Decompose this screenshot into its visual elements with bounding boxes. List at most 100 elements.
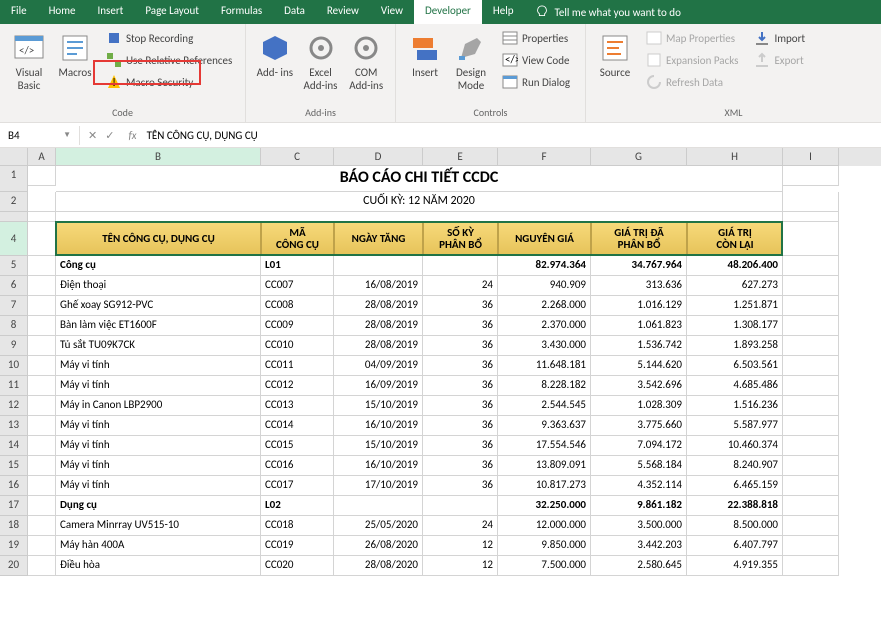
- cell[interactable]: 9.363.637: [498, 416, 591, 436]
- cell[interactable]: Máy vi tính: [56, 476, 261, 496]
- cell[interactable]: 4.352.114: [591, 476, 687, 496]
- row-header[interactable]: 6: [0, 276, 28, 296]
- cell[interactable]: CC016: [261, 456, 334, 476]
- cell[interactable]: [783, 516, 839, 536]
- cell[interactable]: 3.775.660: [591, 416, 687, 436]
- use-relative-references-button[interactable]: Use Relative References: [102, 50, 236, 70]
- cell[interactable]: 25/05/2020: [334, 516, 423, 536]
- excel-addins-button[interactable]: Excel Add-ins: [298, 28, 344, 106]
- cell[interactable]: 2.580.645: [591, 556, 687, 576]
- cell[interactable]: CC011: [261, 356, 334, 376]
- cell[interactable]: [783, 536, 839, 556]
- cell[interactable]: 7.500.000: [498, 556, 591, 576]
- cell[interactable]: [28, 456, 56, 476]
- cell[interactable]: 36: [423, 436, 498, 456]
- col-header-B[interactable]: B: [56, 148, 261, 166]
- cell[interactable]: 2.370.000: [498, 316, 591, 336]
- cell[interactable]: CC020: [261, 556, 334, 576]
- insert-control-button[interactable]: Insert: [402, 28, 448, 106]
- cell[interactable]: 28/08/2019: [334, 296, 423, 316]
- cell[interactable]: 24: [423, 276, 498, 296]
- col-header-D[interactable]: D: [334, 148, 423, 166]
- row-header[interactable]: 11: [0, 376, 28, 396]
- cell[interactable]: 32.250.000: [498, 496, 591, 516]
- cell[interactable]: 16/09/2019: [334, 376, 423, 396]
- cell[interactable]: Tủ sắt TU09K7CK: [56, 336, 261, 356]
- cell[interactable]: [783, 476, 839, 496]
- cell[interactable]: 1.016.129: [591, 296, 687, 316]
- cell[interactable]: CC010: [261, 336, 334, 356]
- cell[interactable]: 3.430.000: [498, 336, 591, 356]
- row-header[interactable]: 7: [0, 296, 28, 316]
- cell[interactable]: 1.061.823: [591, 316, 687, 336]
- cell[interactable]: [28, 222, 56, 256]
- cell[interactable]: 12: [423, 556, 498, 576]
- row-header[interactable]: 13: [0, 416, 28, 436]
- cell[interactable]: Camera Minrray UV515-10: [56, 516, 261, 536]
- row-header[interactable]: 8: [0, 316, 28, 336]
- run-dialog-button[interactable]: Run Dialog: [498, 72, 574, 92]
- cell[interactable]: 1.251.871: [687, 296, 783, 316]
- row-header[interactable]: 20: [0, 556, 28, 576]
- cell[interactable]: [28, 416, 56, 436]
- cell[interactable]: Điều hòa: [56, 556, 261, 576]
- table-header[interactable]: TÊN CÔNG CỤ, DỤNG CỤ: [56, 222, 261, 256]
- cell[interactable]: 3.542.696: [591, 376, 687, 396]
- cell[interactable]: 36: [423, 296, 498, 316]
- cell[interactable]: 627.273: [687, 276, 783, 296]
- cancel-icon[interactable]: ✕: [88, 129, 97, 142]
- table-header[interactable]: NGUYÊN GIÁ: [498, 222, 591, 256]
- cell[interactable]: [28, 336, 56, 356]
- tab-developer[interactable]: Developer: [414, 0, 482, 24]
- cell[interactable]: Máy vi tính: [56, 376, 261, 396]
- tab-file[interactable]: File: [0, 0, 38, 24]
- cell[interactable]: [334, 256, 423, 276]
- cell[interactable]: 36: [423, 396, 498, 416]
- row-header[interactable]: 9: [0, 336, 28, 356]
- cell[interactable]: [28, 396, 56, 416]
- cell[interactable]: [783, 296, 839, 316]
- tab-formulas[interactable]: Formulas: [210, 0, 273, 24]
- row-header[interactable]: 2: [0, 192, 28, 212]
- cell[interactable]: 8.240.907: [687, 456, 783, 476]
- tab-data[interactable]: Data: [273, 0, 316, 24]
- col-header-C[interactable]: C: [261, 148, 334, 166]
- cell[interactable]: 12.000.000: [498, 516, 591, 536]
- row-header[interactable]: 16: [0, 476, 28, 496]
- cell[interactable]: [28, 296, 56, 316]
- properties-button[interactable]: Properties: [498, 28, 574, 48]
- cell[interactable]: 940.909: [498, 276, 591, 296]
- visual-basic-button[interactable]: </> Visual Basic: [6, 28, 52, 106]
- cell[interactable]: [783, 436, 839, 456]
- cell[interactable]: CC019: [261, 536, 334, 556]
- cell[interactable]: 5.587.977: [687, 416, 783, 436]
- table-header[interactable]: SỐ KỲPHÂN BỔ: [423, 222, 498, 256]
- cell[interactable]: 1.893.258: [687, 336, 783, 356]
- cell[interactable]: 36: [423, 316, 498, 336]
- cell[interactable]: Bàn làm việc ET1600F: [56, 316, 261, 336]
- row-header[interactable]: 1: [0, 166, 28, 192]
- row-header[interactable]: 14: [0, 436, 28, 456]
- cell[interactable]: 8.228.182: [498, 376, 591, 396]
- cell[interactable]: [28, 166, 56, 186]
- cell[interactable]: 3.500.000: [591, 516, 687, 536]
- cell[interactable]: [783, 396, 839, 416]
- cell[interactable]: Dụng cụ: [56, 496, 261, 516]
- source-button[interactable]: Source: [592, 28, 638, 106]
- tab-home[interactable]: Home: [38, 0, 87, 24]
- cell[interactable]: 1.308.177: [687, 316, 783, 336]
- cell[interactable]: L01: [261, 256, 334, 276]
- cell[interactable]: [783, 276, 839, 296]
- cell[interactable]: 36: [423, 476, 498, 496]
- cell[interactable]: Máy hàn 400A: [56, 536, 261, 556]
- cell[interactable]: [423, 496, 498, 516]
- tab-view[interactable]: View: [370, 0, 414, 24]
- cell[interactable]: [28, 276, 56, 296]
- name-box[interactable]: B4▼: [0, 126, 80, 145]
- cell[interactable]: [28, 376, 56, 396]
- cell[interactable]: Công cụ: [56, 256, 261, 276]
- col-header-E[interactable]: E: [423, 148, 498, 166]
- cell[interactable]: 9.861.182: [591, 496, 687, 516]
- cell[interactable]: [334, 496, 423, 516]
- report-subtitle[interactable]: CUỐI KỲ: 12 NĂM 2020: [56, 192, 783, 212]
